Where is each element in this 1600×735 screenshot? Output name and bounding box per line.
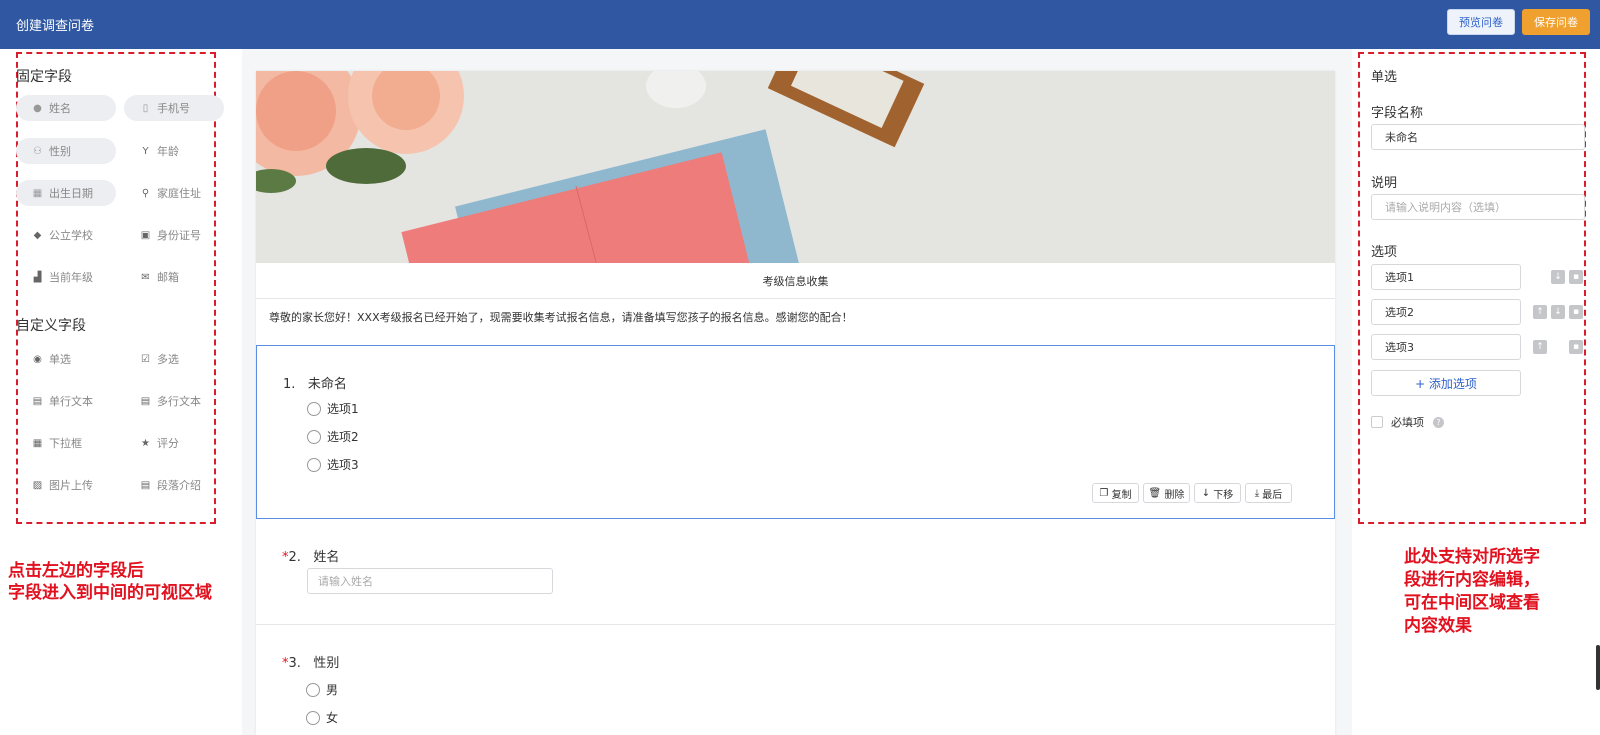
add-option-button[interactable]: + 添加选项 [1371,370,1521,396]
question-1-title: 1. 未命名 [283,377,347,392]
checkbox-icon: ☑ [141,353,150,365]
question-1-option[interactable]: 选项2 [307,428,359,445]
bar-chart-icon: ▟ [33,271,42,283]
field-school-chip[interactable]: ◆ 公立学校 [16,222,116,248]
page-title: 创建调查问卷 [16,19,95,34]
fixed-fields-title: 固定字段 [16,69,72,85]
question-3[interactable]: *3. 性别 男 女 [256,625,1335,735]
image-icon: ▨ [32,479,43,491]
radio-icon [307,429,321,444]
radio-icon [306,682,320,697]
description-label: 说明 [1371,176,1398,191]
person-icon: ● [33,102,42,114]
required-label: 必填项 [1391,416,1424,429]
field-birthday-chip[interactable]: ▦ 出生日期 [16,180,116,206]
paragraph-icon: ▤ [140,479,151,491]
option-input[interactable]: 选项3 [1371,334,1521,360]
form-canvas: 考级信息收集 尊敬的家长您好！XXX考级报名已经开始了，现需要收集考试报名信息，… [256,71,1335,735]
radio-icon [307,457,321,472]
field-email-chip[interactable]: ✉ 邮箱 [124,264,224,290]
delete-button[interactable]: 🗑 删除 [1143,483,1190,503]
move-down-button[interactable]: ↓ 下移 [1194,483,1241,503]
trash-icon: 🗑 [1148,487,1162,499]
description-input[interactable]: 请输入说明内容（选填） [1371,194,1585,220]
help-icon[interactable]: ? [1433,417,1444,428]
location-icon: ⚲ [141,187,150,199]
annotation-right: 此处支持对所选字 段进行内容编辑， 可在中间区域查看 内容效果 [1404,547,1540,636]
form-title[interactable]: 考级信息收集 [256,263,1335,299]
field-name-label: 字段名称 [1371,106,1424,121]
field-multi-choice-chip[interactable]: ☑ 多选 [124,346,224,372]
question-2-title: *2. 姓名 [282,550,340,565]
question-1-selected[interactable]: 1. 未命名 选项1 选项2 选项3 ❐ 复制 🗑 删除 ↓ 下移 ⤓ 最后 [256,345,1335,519]
move-up-icon[interactable]: ↑ [1533,305,1547,319]
move-down-icon[interactable]: ↓ [1551,305,1565,319]
field-gender-chip[interactable]: ⚇ 性别 [16,138,116,164]
field-age-chip[interactable]: Y 年龄 [124,138,224,164]
copy-button[interactable]: ❐ 复制 [1092,483,1139,503]
question-1-option[interactable]: 选项3 [307,456,359,473]
id-card-icon: ▣ [140,229,151,241]
field-single-text-chip[interactable]: ▤ 单行文本 [16,388,116,414]
field-paragraph-chip[interactable]: ▤ 段落介绍 [124,472,224,498]
graduation-cap-icon: ◆ [33,229,42,241]
banner-image [256,71,1335,263]
arrow-down-icon: ↓ [1201,487,1211,499]
field-address-chip[interactable]: ⚲ 家庭住址 [124,180,224,206]
copy-icon: ❐ [1099,487,1109,499]
save-button[interactable]: 保存问卷 [1522,9,1590,35]
radio-icon [306,710,320,725]
name-input[interactable]: 请输入姓名 [307,568,553,594]
delete-icon[interactable]: ▪ [1569,270,1583,284]
move-up-icon[interactable]: ↑ [1533,340,1547,354]
option-input[interactable]: 选项1 [1371,264,1521,290]
gender-icon: ⚇ [33,145,42,157]
field-image-upload-chip[interactable]: ▨ 图片上传 [16,472,116,498]
arrow-bottom-icon: ⤓ [1254,487,1260,499]
field-type-title: 单选 [1371,70,1398,85]
field-grade-chip[interactable]: ▟ 当前年级 [16,264,116,290]
field-dropdown-chip[interactable]: ▦ 下拉框 [16,430,116,456]
calendar-icon: ▦ [32,187,43,199]
sprout-icon: Y [142,145,149,157]
radio-icon [307,401,321,416]
field-phone-chip[interactable]: ▯ 手机号 [124,95,224,121]
custom-fields-title: 自定义字段 [16,318,86,334]
question-3-option[interactable]: 男 [306,681,338,698]
options-label: 选项 [1371,245,1398,260]
required-checkbox[interactable] [1371,416,1383,428]
question-1-option[interactable]: 选项1 [307,400,359,417]
top-bar: 创建调查问卷 预览问卷 保存问卷 [0,0,1600,49]
banner-illustration [256,71,1335,263]
option-input[interactable]: 选项2 [1371,299,1521,325]
move-down-icon[interactable]: ↓ [1551,270,1565,284]
phone-icon: ▯ [142,102,149,114]
delete-icon[interactable]: ▪ [1569,340,1583,354]
form-description[interactable]: 尊敬的家长您好！XXX考级报名已经开始了，现需要收集考试报名信息，请准备填写您孩… [256,299,1335,345]
question-3-title: *3. 性别 [282,656,340,671]
field-name-chip[interactable]: ● 姓名 [16,95,116,121]
question-2[interactable]: *2. 姓名 请输入姓名 [256,519,1335,625]
field-multi-text-chip[interactable]: ▤ 多行文本 [124,388,224,414]
preview-button[interactable]: 预览问卷 [1447,9,1515,35]
scrollbar-thumb[interactable] [1596,645,1600,690]
text-icon: ▤ [32,395,43,407]
field-idcard-chip[interactable]: ▣ 身份证号 [124,222,224,248]
field-name-input[interactable]: 未命名 [1371,124,1585,150]
question-3-option[interactable]: 女 [306,709,338,726]
delete-icon[interactable]: ▪ [1569,305,1583,319]
radio-dot-icon: ◉ [33,353,42,365]
document-icon: ▤ [140,395,151,407]
dropdown-icon: ▦ [32,437,43,449]
field-single-choice-chip[interactable]: ◉ 单选 [16,346,116,372]
envelope-icon: ✉ [141,271,150,283]
star-icon: ★ [141,437,150,449]
move-last-button[interactable]: ⤓ 最后 [1245,483,1292,503]
field-rating-chip[interactable]: ★ 评分 [124,430,224,456]
annotation-left: 点击左边的字段后 字段进入到中间的可视区域 [8,561,212,603]
